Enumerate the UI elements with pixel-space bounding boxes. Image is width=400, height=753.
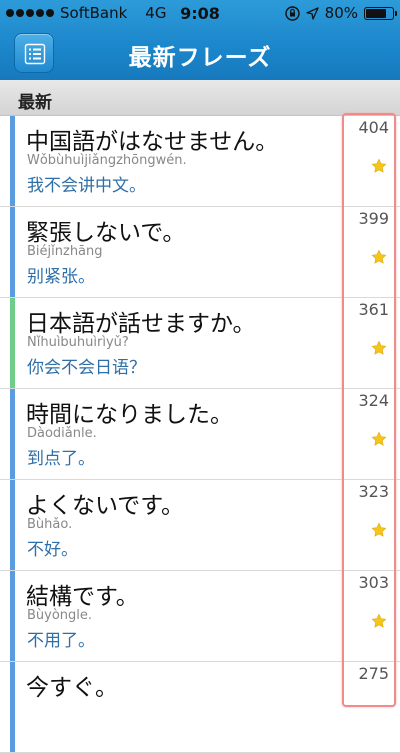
orientation-lock-icon [284,5,300,21]
phrase-category-bar [10,389,15,479]
phrase-japanese: 結構です。 [26,584,139,610]
phrase-pinyin: Bùhǎo. [27,517,73,532]
phrase-category-bar [10,207,15,297]
phrase-chinese: 我不会讲中文。 [27,176,146,196]
battery-percent: 80% [324,4,358,22]
phrase-chinese: 到点了。 [27,449,95,469]
phrase-row[interactable]: 時間になりました。 Dàodiǎnle. 到点了。 324 [0,389,400,480]
phrase-pinyin: Bùyòngle. [27,608,93,623]
phrase-row[interactable]: 中国語がはなせません。 Wǒbùhuìjiǎngzhōngwén. 我不会讲中文。 4… [0,116,400,207]
navigation-bar: 最新フレーズ [0,26,400,80]
star-icon[interactable] [371,431,387,447]
phrase-pinyin: Dàodiǎnle. [27,426,97,441]
phrase-list: 中国語がはなせません。 Wǒbùhuìjiǎngzhōngwén. 我不会讲中文。 4… [0,116,400,753]
view-count: 399 [358,209,389,228]
phrase-row[interactable]: 今すぐ。 275 [0,662,400,753]
section-title: 最新 [18,93,52,113]
view-count: 323 [358,482,389,501]
phrase-japanese: 中国語がはなせません。 [26,129,279,155]
phrase-row[interactable]: よくないです。 Bùhǎo. 不好。 323 [0,480,400,571]
view-count: 303 [358,573,389,592]
battery-icon [364,6,397,20]
view-count: 361 [358,300,389,319]
section-header: 最新 [0,80,400,116]
phrase-chinese: 不好。 [27,540,78,560]
star-icon[interactable] [371,158,387,174]
star-icon[interactable] [371,340,387,356]
phrase-pinyin: Wǒbùhuìjiǎngzhōngwén. [27,153,187,168]
status-bar: SoftBank 4G 9:08 80% [0,0,400,26]
phrase-row[interactable]: 日本語が話せますか。 Nǐhuìbuhuìrìyǔ? 你会不会日语？ 361 [0,298,400,389]
phrase-chinese: 别紧张。 [27,267,95,287]
star-icon[interactable] [371,522,387,538]
view-count: 275 [358,664,389,683]
star-icon[interactable] [371,613,387,629]
battery-level [366,8,386,18]
phrase-category-bar [10,571,15,661]
phrase-japanese: よくないです。 [26,493,185,519]
location-icon [306,6,319,20]
phrase-pinyin: Biéjǐnzhāng [27,244,103,259]
phrase-chinese: 你会不会日语？ [27,358,146,378]
phrase-category-bar [10,480,15,570]
top-bar: SoftBank 4G 9:08 80% 最新フレーズ [0,0,400,80]
phrase-category-bar [10,298,15,388]
phrase-japanese: 日本語が話せますか。 [26,311,256,337]
phrase-pinyin: Nǐhuìbuhuìrìyǔ? [27,335,129,350]
view-count: 324 [358,391,389,410]
phrase-category-bar [10,116,15,206]
star-icon[interactable] [371,249,387,265]
view-count: 404 [358,118,389,137]
phrase-category-bar [10,662,15,752]
phrase-japanese: 緊張しないで。 [26,220,186,246]
phrase-row[interactable]: 緊張しないで。 Biéjǐnzhāng 别紧张。 399 [0,207,400,298]
phrase-japanese: 時間になりました。 [26,402,233,428]
page-title: 最新フレーズ [128,45,272,71]
phrase-japanese: 今すぐ。 [26,675,118,701]
phrase-row[interactable]: 結構です。 Bùyòngle. 不用了。 303 [0,571,400,662]
phrase-chinese: 不用了。 [27,631,95,651]
